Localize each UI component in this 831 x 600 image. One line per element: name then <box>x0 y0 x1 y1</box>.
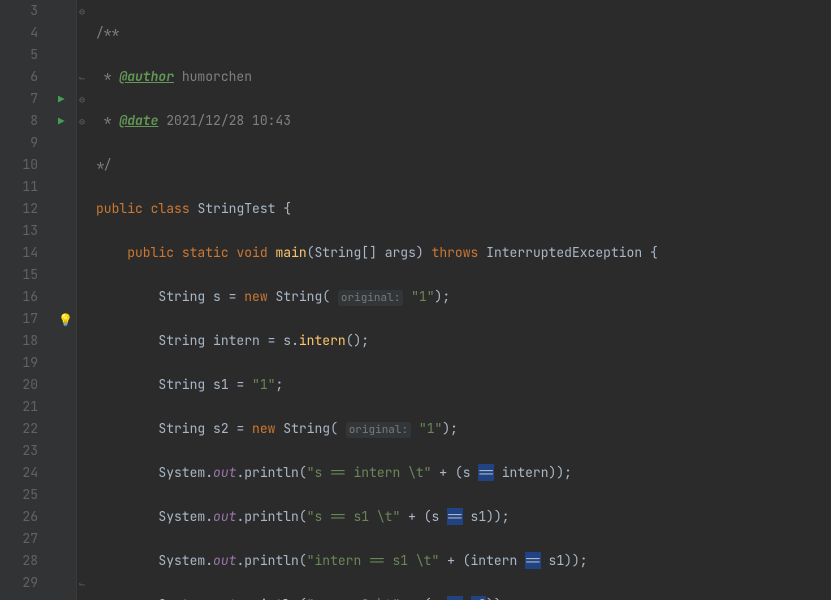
line-number: 26 <box>0 506 56 528</box>
gutter-icons: ▶ ▶ 💡 <box>56 0 76 600</box>
run-class-icon[interactable]: ▶ <box>58 89 65 111</box>
line-number-gutter: 3 4 5 6 7 8 9 10 11 12 13 14 15 16 17 18… <box>0 0 56 600</box>
fold-toggle-icon[interactable]: ⊖ <box>79 89 85 111</box>
fold-column: ⊖ ⌙ ⊖ ⊖ ⌙ <box>76 0 90 600</box>
line-number: 22 <box>0 418 56 440</box>
line-number: 21 <box>0 396 56 418</box>
code-area[interactable]: /** * @author humorchen * @date 2021/12/… <box>90 0 831 600</box>
line-number: 13 <box>0 220 56 242</box>
javadoc-open: /** <box>96 24 119 41</box>
line-number: 28 <box>0 550 56 572</box>
line-number: 4 <box>0 22 56 44</box>
line-number: 18 <box>0 330 56 352</box>
line-number: 10 <box>0 154 56 176</box>
javadoc-author-value: humorchen <box>182 68 252 85</box>
line-number: 12 <box>0 198 56 220</box>
fold-end-icon[interactable]: ⌙ <box>79 67 85 89</box>
main-method: main <box>275 244 306 261</box>
intention-bulb-icon[interactable]: 💡 <box>58 309 73 331</box>
line-number: 17 <box>0 308 56 330</box>
fold-toggle-icon[interactable]: ⊖ <box>79 1 85 23</box>
param-hint: original: <box>338 290 403 306</box>
line-number: 11 <box>0 176 56 198</box>
class-name: StringTest <box>197 200 275 217</box>
javadoc-author-tag: @author <box>119 68 174 85</box>
javadoc-close: */ <box>96 156 112 173</box>
line-number: 19 <box>0 352 56 374</box>
line-number: 3 <box>0 0 56 22</box>
line-number: 24 <box>0 462 56 484</box>
javadoc-date-value: 2021/12/28 10:43 <box>166 112 291 129</box>
line-number: 23 <box>0 440 56 462</box>
line-number: 8 <box>0 110 56 132</box>
line-number: 20 <box>0 374 56 396</box>
line-number: 14 <box>0 242 56 264</box>
line-number: 7 <box>0 88 56 110</box>
line-number: 27 <box>0 528 56 550</box>
run-main-icon[interactable]: ▶ <box>58 111 65 133</box>
line-number: 9 <box>0 132 56 154</box>
code-editor[interactable]: 3 4 5 6 7 8 9 10 11 12 13 14 15 16 17 18… <box>0 0 831 600</box>
line-number: 15 <box>0 264 56 286</box>
javadoc-date-tag: @date <box>119 112 158 129</box>
line-number: 16 <box>0 286 56 308</box>
line-number: 6 <box>0 66 56 88</box>
fold-toggle-icon[interactable]: ⊖ <box>79 111 85 133</box>
line-number: 25 <box>0 484 56 506</box>
line-number: 29 <box>0 572 56 594</box>
fold-end-icon[interactable]: ⌙ <box>79 573 85 595</box>
line-number: 5 <box>0 44 56 66</box>
